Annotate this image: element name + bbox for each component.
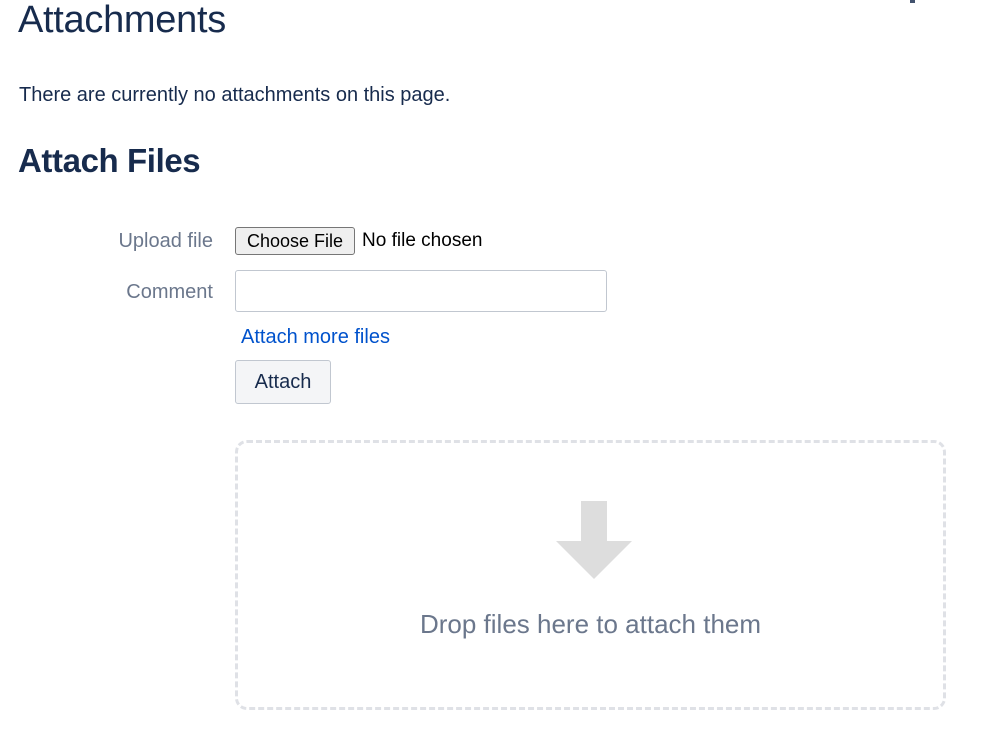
comment-input[interactable] — [235, 270, 607, 312]
comment-label: Comment — [126, 281, 213, 303]
attach-button[interactable]: Attach — [235, 360, 331, 404]
empty-attachments-message: There are currently no attachments on th… — [19, 84, 451, 106]
attachments-page: Attachments There are currently no attac… — [0, 0, 999, 737]
page-title: Attachments — [18, 0, 226, 41]
choose-file-button[interactable]: Choose File — [235, 227, 356, 255]
attach-more-files-link[interactable]: Attach more files — [241, 325, 390, 349]
attach-files-heading: Attach Files — [18, 142, 201, 179]
corner-mark — [910, 0, 915, 3]
upload-file-label: Upload file — [118, 230, 213, 252]
drop-zone-text: Drop files here to attach them — [419, 609, 762, 639]
file-drop-zone[interactable]: Drop files here to attach them — [235, 440, 946, 710]
file-status-text: No file chosen — [362, 230, 483, 251]
file-input[interactable]: Choose File No file chosen — [235, 226, 482, 256]
arrow-down-icon — [556, 501, 632, 579]
